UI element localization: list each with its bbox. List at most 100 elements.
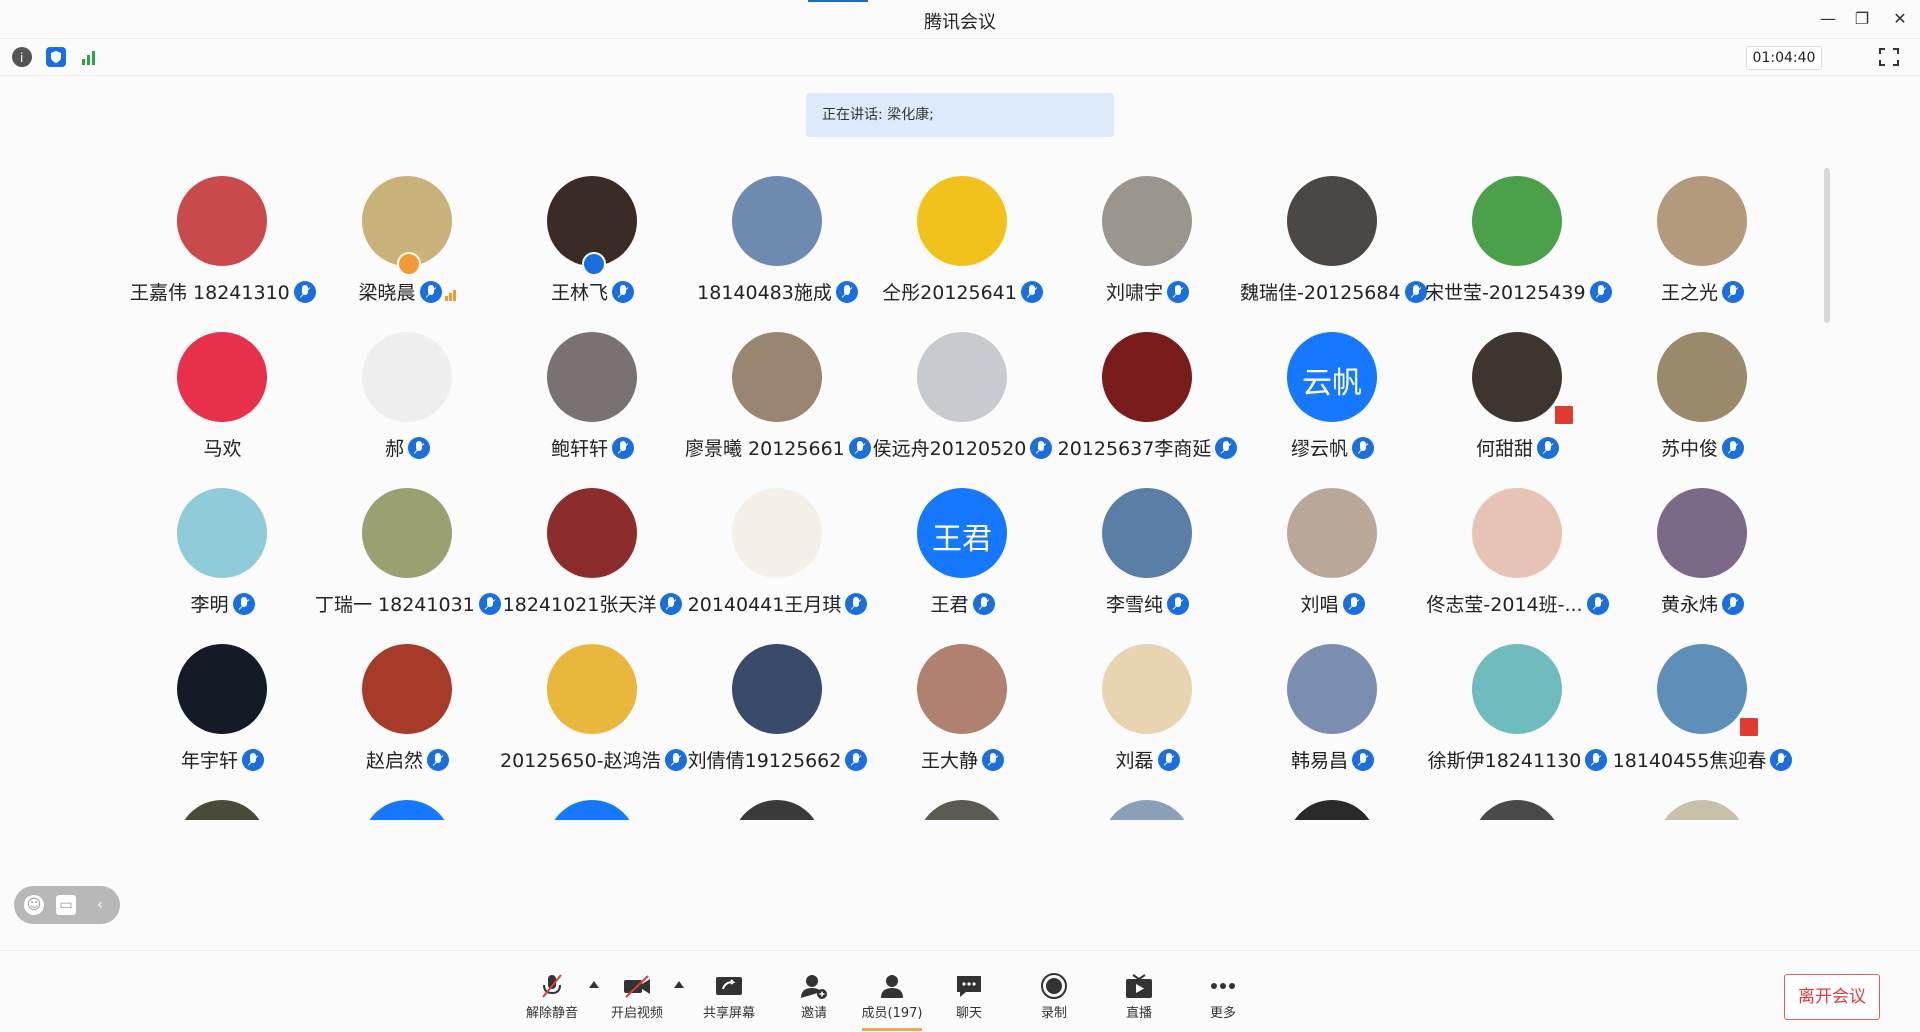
participant-name: 马欢	[130, 434, 315, 461]
participant-tile[interactable]: 刘磊	[1055, 628, 1240, 778]
participant-tile[interactable]: 徐斯伊18241130	[1425, 628, 1610, 778]
restore-button[interactable]: ❐	[1848, 6, 1876, 32]
participant-tile[interactable]: 18140483施成	[685, 160, 870, 310]
participant-tile[interactable]: 鲍轩轩	[500, 316, 685, 466]
participant-tile[interactable]: 黄永炜	[1610, 472, 1795, 622]
participant-tile[interactable]	[1425, 784, 1610, 820]
participant-name-text: 仝彤20125641	[882, 282, 1017, 304]
members-button[interactable]: 成员(197)	[857, 973, 927, 1029]
participant-name-text: 18140483施成	[697, 282, 832, 304]
minimize-button[interactable]: —	[1814, 6, 1842, 32]
avatar	[177, 488, 267, 578]
emoji-icon[interactable]: ☺	[24, 895, 44, 915]
participant-tile[interactable]	[1240, 784, 1425, 820]
reaction-pill[interactable]: ☺ ▭ ‹	[14, 886, 120, 924]
avatar	[1102, 800, 1192, 820]
fullscreen-icon[interactable]	[1878, 47, 1900, 67]
muted-mic-icon	[1537, 437, 1559, 459]
participant-tile[interactable]: 18241021张天洋	[500, 472, 685, 622]
participant-tile[interactable]: 20125650-赵鸿浩	[500, 628, 687, 778]
avatar	[362, 488, 452, 578]
participant-name: 苏中俊	[1610, 434, 1795, 461]
audio-level-icon	[444, 284, 457, 306]
participant-tile[interactable]: 云帆 缪云帆	[1240, 316, 1425, 466]
participant-tile[interactable]: 王之光	[1610, 160, 1795, 310]
participant-name: 赵启然	[315, 746, 500, 773]
participant-tile[interactable]: 王君 王君	[870, 472, 1055, 622]
participant-tile[interactable]: 苏中俊	[1610, 316, 1795, 466]
chat-button[interactable]: 聊天	[934, 973, 1004, 1029]
participant-tile[interactable]: 韩易昌	[1240, 628, 1425, 778]
chat-icon	[954, 973, 984, 999]
participant-name-text: 18140455焦迎春	[1612, 750, 1767, 772]
signal-icon[interactable]	[80, 47, 100, 67]
collapse-icon[interactable]: ‹	[90, 895, 110, 915]
participant-name-text: 刘倩倩19125662	[687, 750, 842, 772]
participant-tile[interactable]: 18140455焦迎春	[1610, 628, 1795, 778]
live-button[interactable]: 直播	[1104, 973, 1174, 1029]
participant-tile[interactable]: 何甜甜	[1425, 316, 1610, 466]
grid-scrollbar[interactable]	[1824, 168, 1830, 323]
participant-tile[interactable]: 李明	[130, 472, 315, 622]
participant-tile[interactable]: 廖景曦 20125661	[685, 316, 871, 466]
record-button[interactable]: 录制	[1019, 973, 1089, 1029]
participant-tile[interactable]	[870, 784, 1055, 820]
participant-tile[interactable]: 侯远舟20120520	[870, 316, 1055, 466]
participant-name-text: 魏瑞佳-20125684	[1240, 282, 1401, 304]
participant-name-text: 王林飞	[550, 282, 608, 304]
participant-tile[interactable]: 20140441王月琪	[685, 472, 870, 622]
leave-meeting-button[interactable]: 离开会议	[1784, 974, 1880, 1020]
info-icon[interactable]: i	[12, 47, 32, 67]
participant-tile[interactable]	[315, 784, 500, 820]
muted-mic-icon	[1585, 749, 1608, 771]
participant-tile[interactable]	[1610, 784, 1795, 820]
close-button[interactable]: ✕	[1886, 6, 1914, 32]
muted-mic-icon	[1770, 749, 1793, 771]
share-screen-button[interactable]: 共享屏幕	[694, 973, 764, 1029]
avatar	[362, 800, 452, 820]
participant-name: 刘唱	[1240, 590, 1425, 617]
invite-button[interactable]: 邀请	[779, 973, 849, 1029]
participant-tile[interactable]: 20125637李商延	[1055, 316, 1240, 466]
participant-name: 18140483施成	[685, 278, 870, 305]
muted-mic-icon	[835, 281, 858, 303]
audio-options-caret-icon[interactable]	[589, 981, 599, 988]
muted-mic-icon	[982, 749, 1004, 771]
participant-tile[interactable]	[500, 784, 685, 820]
video-options-caret-icon[interactable]	[674, 981, 684, 988]
unmute-button[interactable]: 解除静音	[517, 973, 587, 1029]
participant-tile[interactable]: 王嘉伟 18241310	[130, 160, 316, 310]
participant-name: 魏瑞佳-20125684	[1240, 278, 1427, 305]
participant-tile[interactable]: 王林飞	[500, 160, 685, 310]
participant-tile[interactable]: 丁瑞一 18241031	[315, 472, 501, 622]
participant-tile[interactable]: 年宇轩	[130, 628, 315, 778]
participant-tile[interactable]: 刘倩倩19125662	[685, 628, 870, 778]
participant-tile[interactable]: 赵启然	[315, 628, 500, 778]
participant-tile[interactable]: 魏瑞佳-20125684	[1240, 160, 1427, 310]
participant-tile[interactable]: 李雪纯	[1055, 472, 1240, 622]
participant-tile[interactable]: 刘啸宇	[1055, 160, 1240, 310]
avatar	[1287, 644, 1377, 734]
start-video-button[interactable]: 开启视频	[602, 973, 672, 1029]
participant-tile[interactable]: 马欢	[130, 316, 315, 466]
chat-bubble-icon[interactable]: ▭	[56, 895, 76, 915]
participant-name-text: 王君	[930, 594, 969, 616]
participant-tile[interactable]	[130, 784, 315, 820]
participant-tile[interactable]	[685, 784, 870, 820]
participant-tile[interactable]: 郝	[315, 316, 500, 466]
participant-tile[interactable]: 仝彤20125641	[870, 160, 1055, 310]
participant-tile[interactable]: 宋世莹-20125439	[1425, 160, 1612, 310]
participant-tile[interactable]	[1055, 784, 1240, 820]
shield-icon[interactable]	[46, 47, 66, 67]
participant-tile[interactable]: 佟志莹-2014班-...	[1425, 472, 1610, 622]
avatar	[1472, 800, 1562, 820]
participant-tile[interactable]: 梁晓晨	[315, 160, 500, 310]
more-button[interactable]: 更多	[1188, 973, 1258, 1029]
participant-tile[interactable]: 王大静	[870, 628, 1055, 778]
participant-name: 黄永炜	[1610, 590, 1795, 617]
avatar	[1102, 488, 1192, 578]
more-label: 更多	[1209, 1006, 1236, 1021]
participant-name-text: 刘唱	[1300, 594, 1339, 616]
participant-tile[interactable]: 刘唱	[1240, 472, 1425, 622]
participant-name: 徐斯伊18241130	[1425, 746, 1610, 773]
